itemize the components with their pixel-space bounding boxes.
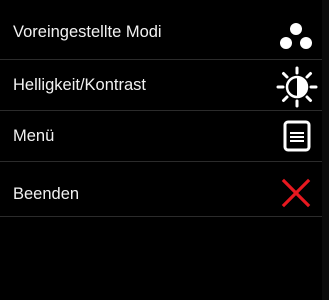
monitor-osd-menu: Voreingestellte Modi Helligkeit/Kontrast: [0, 0, 329, 300]
brightness-contrast-icon: [276, 66, 318, 108]
menu-item-label: Helligkeit/Kontrast: [13, 76, 146, 94]
menu-item-menu[interactable]: Menü: [0, 111, 322, 162]
close-icon: [281, 178, 311, 208]
menu-item-label: Menü: [13, 127, 55, 145]
menu-item-label: Beenden: [13, 185, 80, 203]
preset-modes-icon: [279, 22, 313, 50]
menu-icon: [281, 119, 313, 153]
menu-item-exit[interactable]: Beenden: [0, 162, 322, 217]
osd-right-edge: [322, 0, 329, 300]
menu-item-brightness-contrast[interactable]: Helligkeit/Kontrast: [0, 60, 322, 111]
menu-item-preset-modes[interactable]: Voreingestellte Modi: [0, 0, 322, 60]
menu-item-label: Voreingestellte Modi: [13, 23, 162, 41]
